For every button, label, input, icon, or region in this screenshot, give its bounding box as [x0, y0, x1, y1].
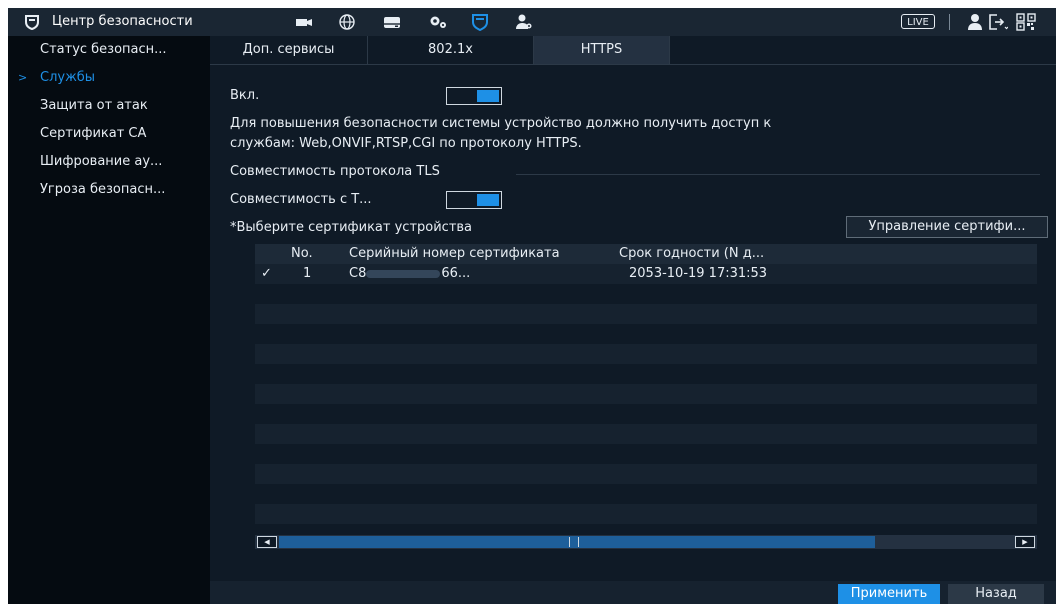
- divider: [949, 14, 950, 30]
- qr-code-icon[interactable]: [1016, 13, 1036, 31]
- sidebar-item-label: Угроза безопасн...: [40, 182, 166, 197]
- table-row-empty: [255, 304, 1037, 324]
- table-row[interactable]: ✓ 1 C8 66... 2053-10-19 17:31:53: [255, 264, 1037, 284]
- tab-https[interactable]: HTTPS: [534, 36, 670, 64]
- horizontal-scrollbar[interactable]: ◀ ▶: [255, 535, 1037, 549]
- tls-section-title: Совместимость протокола TLS: [230, 164, 440, 179]
- sidebar-item-label: Статус безопасн...: [40, 42, 167, 57]
- storage-icon[interactable]: [382, 13, 402, 31]
- toggle-knob: [477, 194, 499, 206]
- scroll-right-icon[interactable]: ▶: [1015, 536, 1035, 548]
- table-row-empty: [255, 384, 1037, 404]
- sidebar-item-label: Службы: [40, 70, 96, 85]
- manage-certificates-button[interactable]: Управление сертифи...: [846, 216, 1048, 238]
- row-expiry: 2053-10-19 17:31:53: [629, 266, 768, 281]
- column-header-serial[interactable]: Серийный номер сертификата: [349, 246, 560, 261]
- toggle-knob: [477, 90, 499, 102]
- network-icon[interactable]: [337, 13, 357, 31]
- tab-8021x[interactable]: 802.1x: [368, 36, 534, 64]
- app-window: Центр безопасности LIVE Статус безопасн.…: [8, 8, 1056, 604]
- info-text-line1: Для повышения безопасности системы устро…: [230, 116, 772, 131]
- sidebar-item-label: Шифрование ау...: [40, 154, 163, 169]
- table-row-empty: [255, 404, 1037, 424]
- tab-bar: Доп. сервисы 802.1x HTTPS: [210, 36, 1056, 65]
- table-row-empty: [255, 324, 1037, 344]
- serial-prefix: C8: [349, 266, 367, 281]
- settings-icon[interactable]: [428, 13, 448, 31]
- user-icon[interactable]: [965, 13, 985, 31]
- chevron-right-icon: >: [18, 71, 28, 84]
- sidebar-item-security-threat[interactable]: Угроза безопасн...: [8, 176, 210, 204]
- table-row-empty: [255, 464, 1037, 484]
- row-number: 1: [303, 266, 312, 281]
- camera-icon[interactable]: [294, 13, 314, 31]
- section-divider: [516, 174, 1040, 175]
- certificate-select-label: *Выберите сертификат устройства: [230, 220, 473, 235]
- scroll-left-icon[interactable]: ◀: [257, 536, 277, 548]
- apply-button[interactable]: Применить: [838, 584, 940, 604]
- shield-logo-icon: [24, 14, 40, 31]
- enable-label: Вкл.: [230, 88, 260, 103]
- tab-additional-services[interactable]: Доп. сервисы: [210, 36, 368, 64]
- sidebar-item-services[interactable]: > Службы: [8, 64, 210, 92]
- certificate-table: No. Серийный номер сертификата Срок годн…: [255, 244, 1037, 556]
- sidebar-item-label: Защита от атак: [40, 98, 148, 113]
- column-header-no[interactable]: No.: [291, 246, 313, 261]
- sidebar-item-ca-certificate[interactable]: Сертификат СА: [8, 120, 210, 148]
- column-header-expiry[interactable]: Срок годности (N д...: [619, 246, 764, 261]
- sidebar-item-label: Сертификат СА: [40, 126, 147, 141]
- sidebar: Статус безопасн... > Службы Защита от ата…: [8, 36, 210, 604]
- table-row-empty: [255, 484, 1037, 504]
- tls-compat-toggle[interactable]: [446, 191, 502, 209]
- security-icon[interactable]: [470, 13, 490, 31]
- info-text-line2: службам: Web,ONVIF,RTSP,CGI по протоколу…: [230, 136, 582, 151]
- live-button[interactable]: LIVE: [901, 14, 935, 29]
- table-row-empty: [255, 424, 1037, 444]
- enable-toggle[interactable]: [446, 87, 502, 105]
- table-row-empty: [255, 444, 1037, 464]
- checkmark-icon[interactable]: ✓: [261, 266, 272, 281]
- back-button[interactable]: Назад: [948, 584, 1044, 604]
- sidebar-item-attack-protection[interactable]: Защита от атак: [8, 92, 210, 120]
- table-row-empty: [255, 504, 1037, 524]
- table-row-empty: [255, 284, 1037, 304]
- redacted-mark: [366, 269, 441, 278]
- sidebar-item-audio-encryption[interactable]: Шифрование ау...: [8, 148, 210, 176]
- serial-suffix: 66...: [441, 266, 471, 281]
- table-row-empty: [255, 344, 1037, 364]
- account-icon[interactable]: [514, 13, 534, 31]
- sidebar-item-security-status[interactable]: Статус безопасн...: [8, 36, 210, 64]
- scrollbar-thumb[interactable]: [279, 536, 875, 548]
- logout-icon[interactable]: [988, 13, 1008, 31]
- row-serial: C8 66...: [349, 266, 470, 281]
- tls-compat-label: Совместимость с Т...: [230, 192, 372, 207]
- table-row-empty: [255, 364, 1037, 384]
- table-header: No. Серийный номер сертификата Срок годн…: [255, 244, 1037, 264]
- scrollbar-grip-icon: [569, 537, 579, 547]
- top-bar: Центр безопасности LIVE: [8, 8, 1056, 36]
- app-title: Центр безопасности: [52, 14, 193, 29]
- main-panel: Доп. сервисы 802.1x HTTPS Вкл. Для повыш…: [210, 36, 1056, 604]
